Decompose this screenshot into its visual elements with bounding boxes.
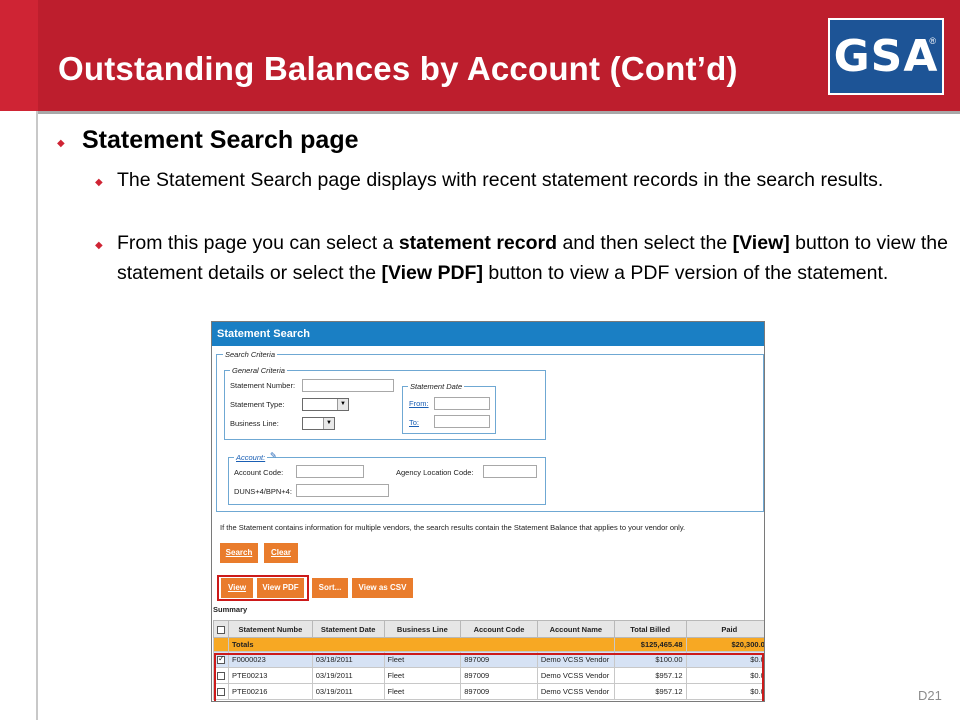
chevron-down-icon: ▼	[337, 399, 348, 410]
statement-type-select[interactable]: ▼	[302, 398, 349, 411]
totals-label: Totals	[228, 637, 615, 652]
statement-search-screenshot: Statement Search Search Criteria General…	[211, 321, 765, 702]
bullet-text-2-bold: statement record	[398, 232, 558, 254]
bullet-text-2-part: and then select the	[557, 232, 733, 254]
view-button[interactable]: View	[221, 578, 253, 598]
column-header[interactable]: Paid	[685, 620, 764, 638]
agency-location-code-label: Agency Location Code:	[396, 468, 474, 477]
selected-rows-highlight	[214, 653, 764, 701]
from-date-input[interactable]	[434, 397, 490, 410]
sort-button[interactable]: Sort...	[312, 578, 348, 598]
table-header-row: Statement Numbe Statement Date Business …	[213, 620, 764, 638]
search-button-label: Search	[225, 548, 253, 557]
bullet-diamond-icon: ◆	[57, 138, 65, 149]
left-margin-panel	[0, 111, 36, 720]
clear-button-label: Clear	[270, 548, 291, 557]
bullet-text-2-bold: [View PDF]	[381, 262, 483, 284]
duns-label: DUNS+4/BPN+4:	[234, 487, 292, 496]
registered-mark: ®	[929, 36, 936, 46]
bullet-diamond-icon: ◆	[95, 177, 103, 188]
account-code-input[interactable]	[296, 465, 364, 478]
sort-button-label: Sort...	[318, 583, 342, 592]
left-margin-rule	[36, 111, 38, 720]
account-legend-link[interactable]: Account:	[234, 453, 268, 462]
bullet-diamond-icon: ◆	[95, 240, 103, 251]
column-header[interactable]: Statement Date	[311, 620, 385, 638]
totals-row: Totals $125,465.48 $20,300.00	[213, 637, 764, 652]
totals-paid: $20,300.00	[685, 637, 764, 652]
section-heading: Statement Search page	[82, 126, 359, 154]
view-button-label: View	[227, 583, 247, 592]
to-date-link[interactable]: To:	[409, 418, 419, 427]
column-header[interactable]: Account Name	[536, 620, 615, 638]
view-pdf-button-label: View PDF	[262, 583, 299, 592]
screen-title: Statement Search	[212, 322, 764, 346]
summary-label: Summary	[213, 605, 248, 614]
search-criteria-legend: Search Criteria	[223, 350, 278, 359]
bullet-text-2: From this page you can select a statemen…	[117, 228, 952, 288]
view-as-csv-button[interactable]: View as CSV	[352, 578, 413, 598]
business-line-label: Business Line:	[230, 419, 279, 428]
select-all-checkbox[interactable]	[217, 625, 225, 634]
from-date-link[interactable]: From:	[409, 399, 429, 408]
statement-number-input[interactable]	[302, 379, 394, 392]
title-bar-accent	[0, 0, 38, 111]
column-header[interactable]: Business Line	[383, 620, 462, 638]
bullet-text-2-part: button to view a PDF version of the stat…	[482, 262, 889, 284]
gsa-logo-text: GSA	[833, 31, 939, 82]
slide-number: D21	[918, 688, 942, 703]
business-line-select[interactable]: ▼	[302, 417, 335, 430]
account-code-label: Account Code:	[234, 468, 284, 477]
gsa-logo: GSA ®	[828, 18, 944, 95]
general-criteria-legend: General Criteria	[230, 366, 287, 375]
clear-button[interactable]: Clear	[264, 543, 298, 563]
bullet-text-2-part: From this page you can select a	[117, 232, 399, 254]
statement-date-legend: Statement Date	[408, 382, 465, 391]
slide-title: Outstanding Balances by Account (Cont’d)	[58, 50, 738, 87]
agency-location-code-input[interactable]	[483, 465, 537, 478]
duns-input[interactable]	[296, 484, 389, 497]
vendor-note: If the Statement contains information fo…	[220, 523, 686, 532]
column-header[interactable]: Total Billed	[613, 620, 687, 638]
title-divider	[0, 111, 960, 114]
search-button[interactable]: Search	[220, 543, 258, 563]
statement-number-label: Statement Number:	[230, 381, 296, 390]
bullet-text-2-bold: [View]	[732, 232, 790, 254]
column-header[interactable]: Account Code	[460, 620, 538, 638]
view-as-csv-button-label: View as CSV	[358, 583, 407, 592]
chevron-down-icon: ▼	[323, 418, 334, 429]
totals-empty-cell	[213, 637, 229, 652]
select-all-cell[interactable]	[213, 620, 229, 638]
column-header[interactable]: Statement Numbe	[228, 620, 313, 638]
statement-type-label: Statement Type:	[230, 400, 285, 409]
pencil-icon[interactable]: ✎	[270, 451, 277, 460]
bullet-text-1: The Statement Search page displays with …	[117, 169, 884, 191]
to-date-input[interactable]	[434, 415, 490, 428]
totals-billed: $125,465.48	[613, 637, 687, 652]
view-pdf-button[interactable]: View PDF	[257, 578, 304, 598]
